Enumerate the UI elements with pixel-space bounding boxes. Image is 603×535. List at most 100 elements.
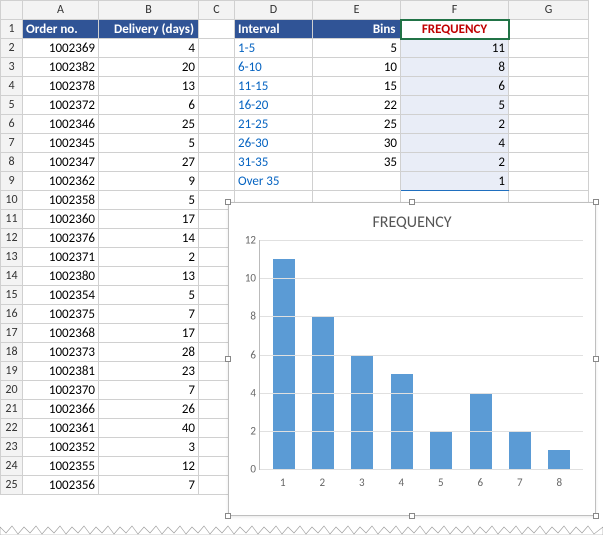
cell[interactable] — [509, 153, 589, 172]
col-hdr-A[interactable]: A — [23, 1, 99, 20]
cell[interactable]: 1002358 — [23, 191, 99, 210]
cell[interactable]: 30 — [313, 134, 401, 153]
bar[interactable] — [391, 374, 413, 469]
cell[interactable]: Order no. — [23, 20, 99, 39]
cell[interactable]: 1002376 — [23, 229, 99, 248]
bar[interactable] — [509, 431, 531, 469]
cell[interactable]: 1002361 — [23, 419, 99, 438]
cell[interactable]: 1002356 — [23, 476, 99, 495]
cell[interactable]: 1002378 — [23, 77, 99, 96]
cell[interactable]: 7 — [99, 305, 199, 324]
row[interactable]: 51002372616-20225 — [1, 96, 589, 115]
cell[interactable]: 10 — [313, 58, 401, 77]
row-hdr[interactable]: 4 — [1, 77, 23, 96]
cell[interactable]: 25 — [99, 115, 199, 134]
cell[interactable]: 15 — [313, 77, 401, 96]
row[interactable]: 810023472731-35352 — [1, 153, 589, 172]
cell[interactable]: 21-25 — [235, 115, 313, 134]
cell[interactable]: 1002360 — [23, 210, 99, 229]
cell[interactable]: 3 — [99, 438, 199, 457]
row-hdr[interactable]: 7 — [1, 134, 23, 153]
cell[interactable] — [509, 134, 589, 153]
cell[interactable] — [313, 172, 401, 191]
cell[interactable]: 35 — [313, 153, 401, 172]
cell[interactable] — [199, 20, 235, 39]
cell[interactable] — [199, 153, 235, 172]
cell[interactable]: 1002382 — [23, 58, 99, 77]
cell[interactable]: Interval — [235, 20, 313, 39]
col-hdr-D[interactable]: D — [235, 1, 313, 20]
row-hdr[interactable]: 13 — [1, 248, 23, 267]
cell[interactable]: 6 — [99, 96, 199, 115]
cell[interactable]: 1002368 — [23, 324, 99, 343]
row-hdr[interactable]: 18 — [1, 343, 23, 362]
cell[interactable] — [509, 39, 589, 58]
row-hdr[interactable]: 3 — [1, 58, 23, 77]
row-hdr[interactable]: 17 — [1, 324, 23, 343]
row[interactable]: 2100236941-5511 — [1, 39, 589, 58]
cell[interactable]: 7 — [99, 476, 199, 495]
cell[interactable]: 1002352 — [23, 438, 99, 457]
row-hdr[interactable]: 19 — [1, 362, 23, 381]
row-hdr[interactable]: 5 — [1, 96, 23, 115]
cell[interactable]: 28 — [99, 343, 199, 362]
cell[interactable] — [199, 134, 235, 153]
col-hdr-C[interactable]: C — [199, 1, 235, 20]
row-hdr[interactable]: 2 — [1, 39, 23, 58]
cell[interactable]: 13 — [99, 267, 199, 286]
cell[interactable] — [509, 20, 589, 39]
bar[interactable] — [351, 355, 373, 470]
cell[interactable]: 9 — [99, 172, 199, 191]
row-hdr[interactable]: 20 — [1, 381, 23, 400]
cell[interactable]: 17 — [99, 324, 199, 343]
cell[interactable] — [199, 39, 235, 58]
col-hdr-G[interactable]: G — [509, 1, 589, 20]
row-hdr[interactable]: 24 — [1, 457, 23, 476]
cell[interactable]: 31-35 — [235, 153, 313, 172]
cell[interactable]: 20 — [99, 58, 199, 77]
active-cell[interactable]: FREQUENCY — [401, 20, 509, 39]
cell[interactable]: 8 — [401, 58, 509, 77]
cell[interactable] — [199, 77, 235, 96]
row-hdr[interactable]: 9 — [1, 172, 23, 191]
cell[interactable]: 1-5 — [235, 39, 313, 58]
cell[interactable]: 5 — [99, 286, 199, 305]
cell[interactable]: 1002346 — [23, 115, 99, 134]
row[interactable]: 31002382206-10108 — [1, 58, 589, 77]
row[interactable]: 1Order no.Delivery (days)IntervalBinsFRE… — [1, 20, 589, 39]
cell[interactable]: 5 — [99, 191, 199, 210]
row-hdr[interactable]: 12 — [1, 229, 23, 248]
cell[interactable]: 1002370 — [23, 381, 99, 400]
plot-area[interactable]: 024681012 — [259, 240, 583, 470]
cell[interactable]: 5 — [99, 134, 199, 153]
cell[interactable] — [509, 172, 589, 191]
cell[interactable] — [509, 115, 589, 134]
cell[interactable]: 4 — [99, 39, 199, 58]
cell[interactable]: 40 — [99, 419, 199, 438]
cell[interactable]: 26-30 — [235, 134, 313, 153]
cell[interactable] — [199, 96, 235, 115]
row[interactable]: 910023629Over 351 — [1, 172, 589, 191]
row[interactable]: 71002345526-30304 — [1, 134, 589, 153]
cell[interactable] — [199, 58, 235, 77]
row-hdr[interactable]: 6 — [1, 115, 23, 134]
col-hdr-F[interactable]: F — [401, 1, 509, 20]
cell[interactable]: 2 — [401, 153, 509, 172]
bar[interactable] — [430, 431, 452, 469]
row[interactable]: 610023462521-25252 — [1, 115, 589, 134]
cell[interactable]: 26 — [99, 400, 199, 419]
row-hdr[interactable]: 14 — [1, 267, 23, 286]
cell[interactable] — [199, 172, 235, 191]
cell[interactable]: 1002381 — [23, 362, 99, 381]
chart-object[interactable]: FREQUENCY 024681012 12345678 — [228, 202, 596, 516]
cell[interactable]: 1002362 — [23, 172, 99, 191]
cell[interactable]: 1002345 — [23, 134, 99, 153]
cell[interactable] — [509, 77, 589, 96]
cell[interactable]: Bins — [313, 20, 401, 39]
cell[interactable]: 14 — [99, 229, 199, 248]
cell[interactable]: 1002354 — [23, 286, 99, 305]
col-hdr-B[interactable]: B — [99, 1, 199, 20]
cell[interactable]: Over 35 — [235, 172, 313, 191]
row-hdr[interactable]: 15 — [1, 286, 23, 305]
cell[interactable]: 12 — [99, 457, 199, 476]
